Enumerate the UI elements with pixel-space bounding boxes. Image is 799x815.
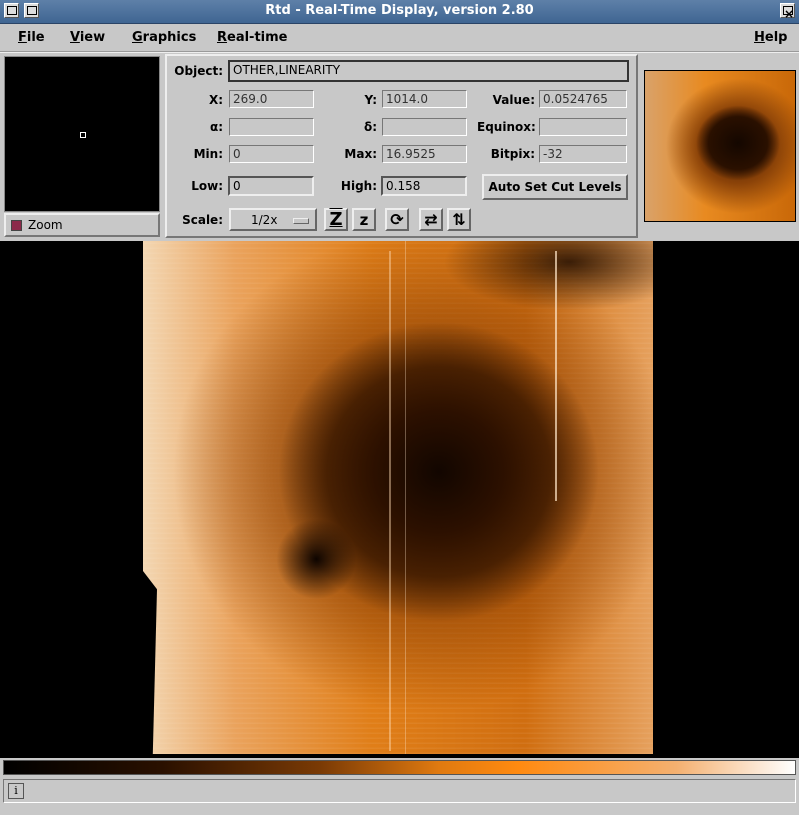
alpha-field	[229, 118, 314, 136]
min-label: Min:	[193, 147, 223, 161]
x-field: 269.0	[229, 90, 314, 108]
x-label: X:	[208, 93, 223, 107]
menu-help[interactable]: Help	[754, 30, 787, 45]
menu-real-time[interactable]: Real-time	[217, 30, 288, 45]
image-canvas[interactable]	[0, 241, 799, 758]
image-dark-region	[443, 241, 653, 311]
zoom-toggle[interactable]: Zoom	[4, 213, 160, 237]
info-icon[interactable]: i	[8, 783, 24, 799]
object-field[interactable]: OTHER,LINEARITY	[228, 60, 629, 82]
delta-label: δ:	[363, 120, 377, 134]
delta-field	[382, 118, 467, 136]
image-bright-column	[389, 251, 391, 751]
rotate-button[interactable]: ⟳	[385, 208, 409, 231]
min-field: 0	[229, 145, 314, 163]
scale-label: Scale:	[182, 213, 223, 227]
zoom-out-icon: z	[359, 210, 369, 229]
flip-y-button[interactable]: ⇅	[447, 208, 471, 231]
option-menu-indicator-icon	[293, 218, 309, 224]
close-glyph: ×	[783, 6, 795, 21]
menu-graphics[interactable]: Graphics	[132, 30, 196, 45]
rotate-icon: ⟳	[390, 210, 404, 229]
menu-bar: File View Graphics Real-time Help	[0, 24, 799, 53]
bitpix-field: -32	[539, 145, 627, 163]
image-edge	[143, 571, 157, 754]
window-title: Rtd - Real-Time Display, version 2.80	[265, 3, 534, 18]
thumbnail-image[interactable]	[644, 70, 796, 222]
value-field: 0.0524765	[539, 90, 627, 108]
zoom-indicator-icon	[11, 220, 22, 231]
magnifier-view[interactable]	[641, 56, 797, 222]
y-label: Y:	[364, 93, 377, 107]
window-title-bar[interactable]: Rtd - Real-Time Display, version 2.80 ×	[0, 0, 799, 24]
zoom-in-icon: Z	[329, 209, 343, 230]
colorbar[interactable]	[3, 760, 796, 775]
close-icon[interactable]: ×	[780, 3, 795, 21]
high-cut-input[interactable]: 0.158	[381, 176, 467, 196]
menu-file[interactable]: File	[18, 30, 45, 45]
image-bright-column	[405, 241, 406, 754]
panner-marker[interactable]	[80, 132, 86, 138]
max-field: 16.9525	[382, 145, 467, 163]
flip-x-button[interactable]: ⇄	[419, 208, 443, 231]
zoom-out-button[interactable]: z	[352, 208, 376, 231]
bitpix-label: Bitpix:	[490, 147, 535, 161]
value-label: Value:	[492, 93, 535, 107]
equinox-field	[539, 118, 627, 136]
panner-view[interactable]	[4, 56, 160, 212]
object-label: Object:	[174, 64, 223, 78]
scale-menu[interactable]: 1/2x	[229, 208, 317, 231]
menu-view[interactable]: View	[70, 30, 105, 45]
alpha-label: α:	[209, 120, 223, 134]
low-label: Low:	[191, 179, 223, 193]
status-bar: i	[3, 779, 796, 803]
zoom-label: Zoom	[28, 218, 63, 232]
max-label: Max:	[344, 147, 377, 161]
auto-set-cut-levels-button[interactable]: Auto Set Cut Levels	[482, 174, 628, 200]
high-label: High:	[340, 179, 377, 193]
equinox-label: Equinox:	[477, 120, 536, 134]
fits-image[interactable]	[143, 241, 653, 754]
low-cut-input[interactable]: 0	[228, 176, 314, 196]
image-info-panel: Object: OTHER,LINEARITY X: 269.0 Y: 1014…	[165, 54, 638, 238]
scale-value: 1/2x	[251, 213, 278, 227]
image-bright-column	[555, 251, 557, 501]
flip-y-icon: ⇅	[452, 210, 466, 229]
flip-x-icon: ⇄	[424, 210, 438, 229]
y-field: 1014.0	[382, 90, 467, 108]
zoom-in-button[interactable]: Z	[324, 208, 348, 231]
